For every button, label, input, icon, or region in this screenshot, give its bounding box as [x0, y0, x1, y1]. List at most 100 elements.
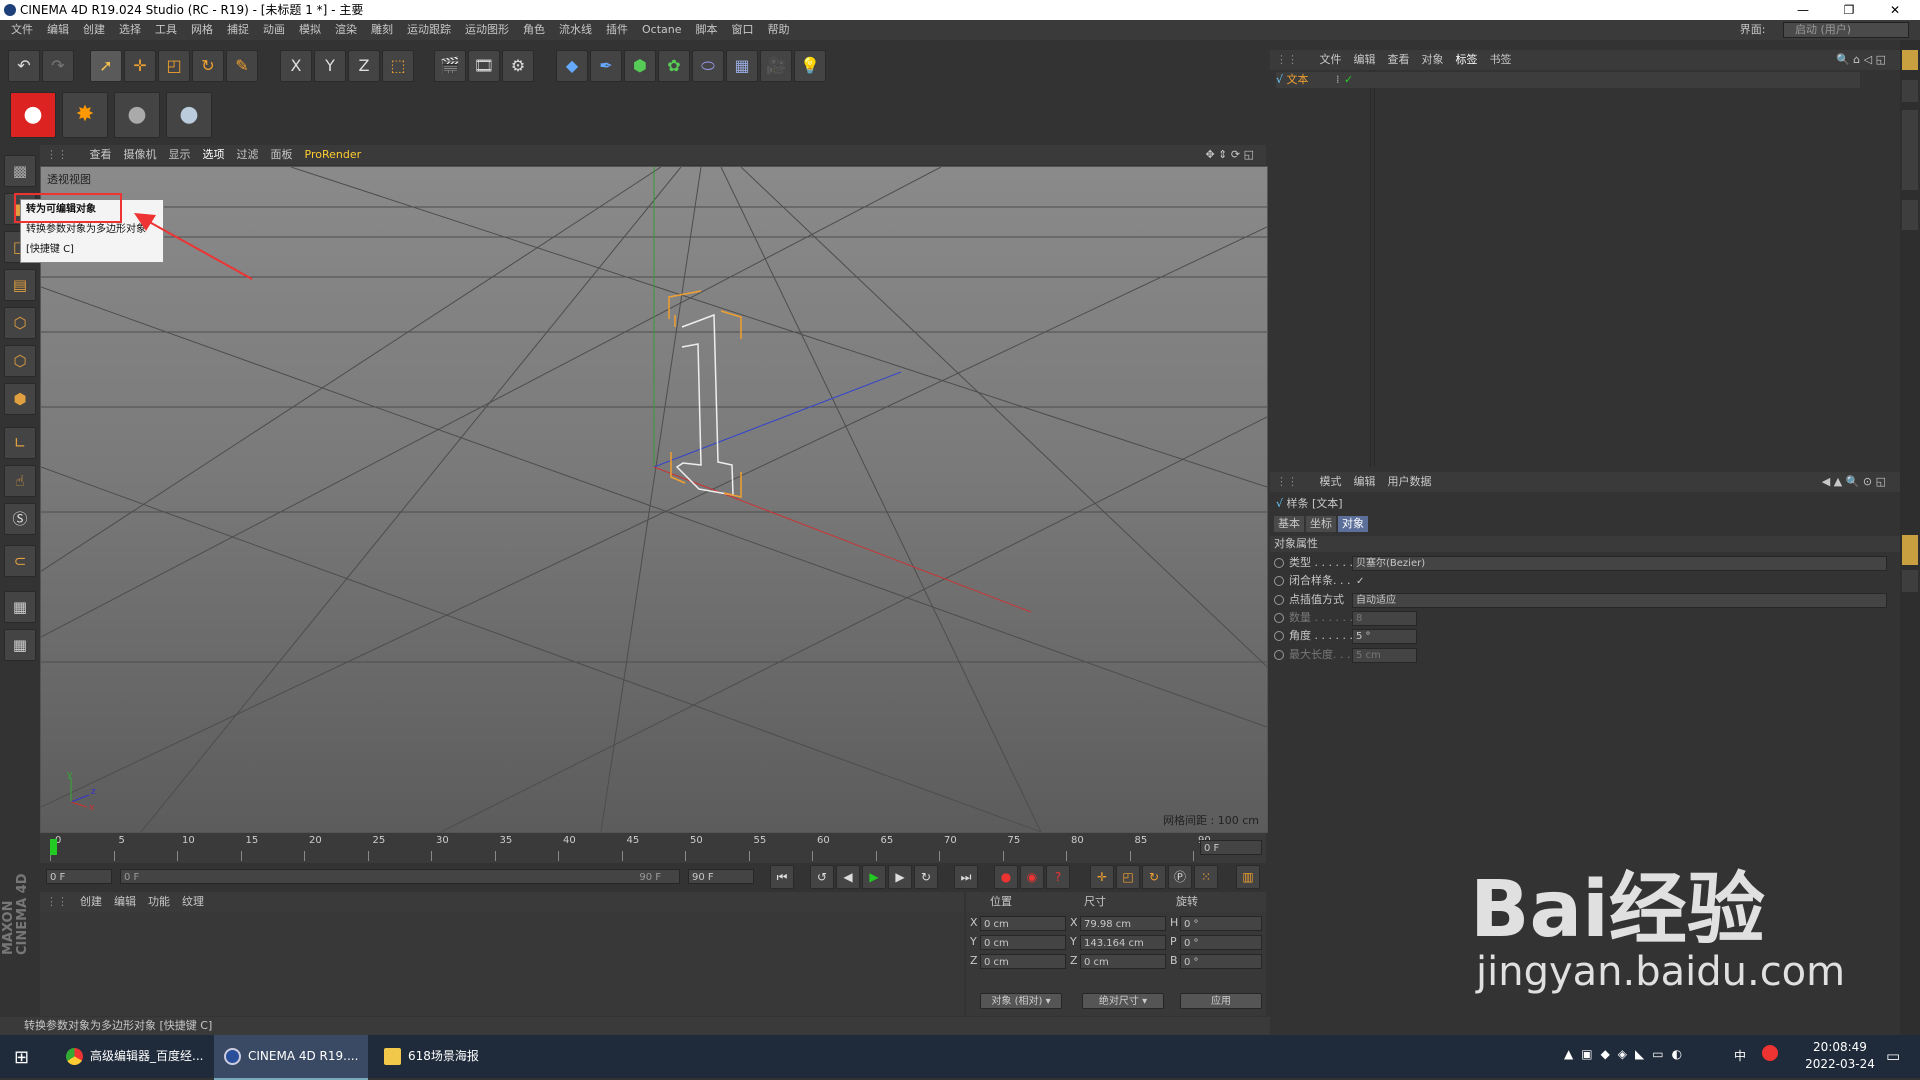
play-button[interactable]: ▶	[862, 865, 886, 889]
taskbar-item-chrome[interactable]: 高级编辑器_百度经...	[56, 1035, 213, 1078]
attribute-tab[interactable]: 坐标	[1306, 516, 1336, 532]
menu-item[interactable]: 运动图形	[465, 23, 509, 36]
attribute-menu-item[interactable]: 用户数据	[1388, 475, 1432, 488]
viewport-menu-item[interactable]: 面板	[271, 148, 293, 161]
menu-item[interactable]: 动画	[263, 23, 285, 36]
menu-item[interactable]: 插件	[606, 23, 628, 36]
viewport-menu-item[interactable]: ProRender	[305, 148, 362, 161]
key-pla-button[interactable]: ⁙	[1194, 865, 1218, 889]
camera-button[interactable]: 🎥	[760, 50, 792, 82]
tab-layer-vertical[interactable]	[1902, 570, 1918, 592]
tweak-mode-button[interactable]: ☝	[4, 465, 36, 497]
octane-render-button[interactable]: ●	[10, 92, 56, 138]
goto-start-button[interactable]: ⏮	[770, 865, 794, 889]
viewport-menu-item[interactable]: 摄像机	[124, 148, 157, 161]
keyframe-selection-button[interactable]: ?	[1046, 865, 1070, 889]
coords-size-mode-select[interactable]: 绝对尺寸 ▾	[1082, 993, 1164, 1009]
magnet-button[interactable]: ⊂	[4, 545, 36, 577]
size-field[interactable]: 143.164 cm	[1080, 935, 1166, 950]
menu-item[interactable]: 脚本	[696, 23, 718, 36]
coordinate-system-button[interactable]: ⬚	[382, 50, 414, 82]
ime-indicator[interactable]: 中	[1734, 1047, 1746, 1064]
subdivision-button[interactable]: ⬢	[624, 50, 656, 82]
viewport-menu-item[interactable]: 过滤	[237, 148, 259, 161]
timeline-ruler[interactable]: 051015202530354045505560657075808590 0 F	[40, 833, 1266, 863]
rotation-field[interactable]: 0 °	[1180, 935, 1262, 950]
material-menu-item[interactable]: 编辑	[114, 895, 136, 908]
attribute-menu-item[interactable]: 编辑	[1354, 475, 1376, 488]
timeline-window-button[interactable]: ▥	[1236, 865, 1260, 889]
menu-item[interactable]: 网格	[191, 23, 213, 36]
live-select-button[interactable]: ✎	[226, 50, 258, 82]
key-rotation-button[interactable]: ↻	[1142, 865, 1166, 889]
taskbar-clock[interactable]: 20:08:49 2022-03-24	[1790, 1039, 1890, 1073]
key-parameter-button[interactable]: Ⓟ	[1168, 865, 1192, 889]
tab-takes-vertical[interactable]	[1902, 80, 1918, 102]
taskbar-item-cinema4d[interactable]: CINEMA 4D R19....	[214, 1035, 369, 1080]
material-menu-item[interactable]: 创建	[80, 895, 102, 908]
attribute-menu-item[interactable]: 模式	[1320, 475, 1342, 488]
menu-item[interactable]: 编辑	[47, 23, 69, 36]
notification-icon[interactable]: ▭	[1886, 1047, 1900, 1065]
viewport-menu-item[interactable]: 查看	[90, 148, 112, 161]
object-name[interactable]: 文本	[1287, 73, 1309, 86]
frame-range-slider[interactable]: 0 F 90 F	[120, 869, 680, 884]
workplane-mode-button[interactable]: ▤	[4, 269, 36, 301]
goto-end-button[interactable]: ⏭	[954, 865, 978, 889]
size-field[interactable]: 0 cm	[1080, 954, 1166, 969]
minimize-button[interactable]: —	[1780, 0, 1826, 20]
animate-toggle[interactable]	[1274, 631, 1284, 642]
select-tool-button[interactable]: ➚	[90, 50, 122, 82]
object-menu-item[interactable]: 对象	[1422, 53, 1444, 66]
deformer-button[interactable]: ⬭	[692, 50, 724, 82]
menu-item[interactable]: 渲染	[335, 23, 357, 36]
array-button[interactable]: ✿	[658, 50, 690, 82]
attribute-value-field[interactable]: 8	[1352, 610, 1417, 626]
maximize-button[interactable]: ❐	[1826, 0, 1872, 20]
menu-item[interactable]: 创建	[83, 23, 105, 36]
redo-button[interactable]: ↷	[42, 50, 74, 82]
attribute-value-field[interactable]: 5 cm	[1352, 647, 1417, 663]
playhead[interactable]	[50, 839, 57, 855]
text-spline-one[interactable]	[675, 313, 734, 496]
windows-start-icon[interactable]: ⊞	[14, 1047, 29, 1068]
lock-z-axis-button[interactable]: Z	[348, 50, 380, 82]
material-sphere-icon[interactable]: ●	[114, 92, 160, 138]
attribute-value-field[interactable]: 贝塞尔(Bezier)	[1352, 556, 1887, 571]
end-frame-field[interactable]: 90 F	[688, 869, 754, 884]
record-button[interactable]: ●	[994, 865, 1018, 889]
scale-tool-button[interactable]: ◰	[158, 50, 190, 82]
render-picture-viewer-button[interactable]: 🎞	[468, 50, 500, 82]
object-menu-item[interactable]: 书签	[1490, 53, 1512, 66]
menu-item[interactable]: 流水线	[559, 23, 592, 36]
menu-item[interactable]: 窗口	[732, 23, 754, 36]
system-tray-icons[interactable]: ▲▣◆◈◣▭◐	[1564, 1047, 1690, 1061]
material-menu-item[interactable]: 纹理	[182, 895, 204, 908]
menu-item[interactable]: 工具	[155, 23, 177, 36]
sogou-ime-icon[interactable]	[1762, 1045, 1778, 1061]
menu-item[interactable]: 角色	[523, 23, 545, 36]
cube-object-button[interactable]: ◆	[556, 50, 588, 82]
object-menu-item[interactable]: 查看	[1388, 53, 1410, 66]
lock-y-axis-button[interactable]: Y	[314, 50, 346, 82]
menu-item[interactable]: 模拟	[299, 23, 321, 36]
object-manager-tools[interactable]: 🔍 ⌂ ◁ ◱	[1836, 50, 1886, 70]
workplane-lock-button[interactable]: ▦	[4, 591, 36, 623]
attribute-value-field[interactable]: 5 °	[1352, 629, 1417, 645]
tab-layers-vertical[interactable]	[1902, 200, 1918, 230]
undo-button[interactable]: ↶	[8, 50, 40, 82]
start-frame-field[interactable]: 0 F	[46, 869, 112, 884]
lock-x-axis-button[interactable]: X	[280, 50, 312, 82]
material-menu-item[interactable]: 功能	[148, 895, 170, 908]
menu-item[interactable]: 捕捉	[227, 23, 249, 36]
object-menu-item[interactable]: 文件	[1320, 53, 1342, 66]
animate-toggle[interactable]	[1274, 558, 1284, 568]
light-button[interactable]: 💡	[794, 50, 826, 82]
viewport-nav-icons[interactable]: ✥ ⇕ ⟳ ◱	[1205, 145, 1254, 165]
enabled-check-icon[interactable]: ✓	[1344, 72, 1353, 88]
make-editable-button[interactable]: ▩	[4, 155, 36, 187]
floor-button[interactable]: ▦	[726, 50, 758, 82]
close-button[interactable]: ✕	[1872, 0, 1918, 20]
menu-item[interactable]: 帮助	[768, 23, 790, 36]
snap-button[interactable]: Ⓢ	[4, 503, 36, 535]
